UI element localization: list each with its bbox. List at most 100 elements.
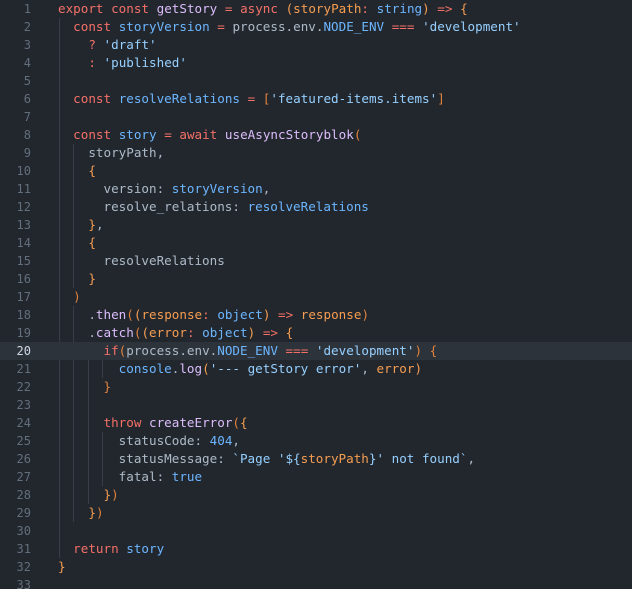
line-number: 20 [16,344,31,358]
code-token: => [278,307,294,322]
code-line[interactable]: 11 version: storyVersion, [0,180,632,198]
code-token: storyVersion [171,181,263,196]
code-line[interactable]: 24 throw createError({ [0,414,632,432]
code-token: statusCode: [58,433,210,448]
code-token: { [88,163,96,178]
code-line[interactable]: 9 storyPath, [0,144,632,162]
code-text: version: storyVersion, [58,180,270,198]
code-token: { [240,415,248,430]
code-token: 'draft' [103,37,157,52]
code-token: storyVersion [118,19,210,34]
code-token: version: [58,181,172,196]
code-line[interactable]: 25 statusCode: 404, [0,432,632,450]
code-line[interactable]: 1 export const getStory = async (storyPat… [0,0,632,18]
code-token: , [467,451,476,466]
code-token: } [88,505,96,520]
code-text: } [58,378,112,396]
line-number: 11 [16,182,31,196]
code-token: resolveRelations [118,91,241,106]
code-line[interactable]: 12 resolve_relations: resolveRelations [0,198,632,216]
code-line[interactable]: 4 : 'published' [0,54,632,72]
code-line[interactable]: 27 fatal: true [0,468,632,486]
line-number: 10 [16,164,31,178]
code-token: await [179,127,218,142]
line-number: 9 [23,146,31,160]
code-token: , [262,181,271,196]
code-editor[interactable]: 1 export const getStory = async (storyPat… [0,0,632,589]
code-token: process.env. [224,19,324,34]
code-line[interactable]: 26 statusMessage: `Page '${storyPath}' n… [0,450,632,468]
code-line[interactable]: 29 }) [0,504,632,522]
code-text: resolveRelations [58,252,224,270]
code-line[interactable]: 15 resolveRelations [0,252,632,270]
code-line[interactable]: 32} [0,558,632,576]
code-text: storyPath, [58,144,164,162]
code-line[interactable]: 23 [0,396,632,414]
code-token: export [58,1,104,16]
code-line[interactable]: 2 const storyVersion = process.env.NODE_… [0,18,632,36]
code-line[interactable]: 13 }, [0,216,632,234]
code-line[interactable]: 31 return story [0,540,632,558]
code-line[interactable]: 7 [0,108,632,126]
line-number: 26 [16,452,31,466]
code-token: }' not found` [368,451,468,466]
code-line[interactable]: 17 ) [0,288,632,306]
line-number: 25 [16,434,31,448]
code-token: return [73,541,119,556]
line-number: 14 [16,236,31,250]
code-text: if(process.env.NODE_ENV === 'development… [58,342,438,360]
code-token: } [88,217,96,232]
code-line[interactable]: 30 [0,522,632,540]
code-line[interactable]: 10 { [0,162,632,180]
code-token: const [111,1,150,16]
code-token: { [88,235,96,250]
code-line[interactable]: 3 ? 'draft' [0,36,632,54]
code-line[interactable]: 14 { [0,234,632,252]
line-number: 27 [16,470,31,484]
code-line[interactable]: 19 .catch((error: object) => { [0,324,632,342]
code-token: ) [111,487,119,502]
code-line[interactable]: 6 const resolveRelations = ['featured-it… [0,90,632,108]
code-line[interactable]: 8 const story = await useAsyncStoryblok( [0,126,632,144]
code-text: } [58,558,66,576]
code-token: response [300,307,362,322]
code-line[interactable]: 21 console.log('--- getStory error', err… [0,360,632,378]
code-text: return story [58,540,164,558]
code-line[interactable]: 28 }) [0,486,632,504]
code-line[interactable]: 22 } [0,378,632,396]
code-text: ? 'draft' [58,36,157,54]
code-token: } [103,487,112,502]
code-line[interactable]: 20 if(process.env.NODE_ENV === 'developm… [0,342,632,360]
code-token: `Page '${ [232,451,301,466]
code-token: then [95,307,127,322]
code-token: ( [141,325,150,340]
code-line[interactable]: 5 [0,72,632,90]
code-line[interactable]: 16 } [0,270,632,288]
code-line[interactable]: 33 [0,576,632,589]
code-text: statusCode: 404, [58,432,240,450]
line-number: 3 [23,38,31,52]
code-text: export const getStory = async (storyPath… [58,0,468,18]
code-token: resolveRelations [247,199,369,214]
code-token: } [58,559,66,574]
code-line[interactable]: 18 .then((response: object) => response) [0,306,632,324]
code-text: : 'published' [58,54,187,72]
code-token: catch [95,325,134,340]
